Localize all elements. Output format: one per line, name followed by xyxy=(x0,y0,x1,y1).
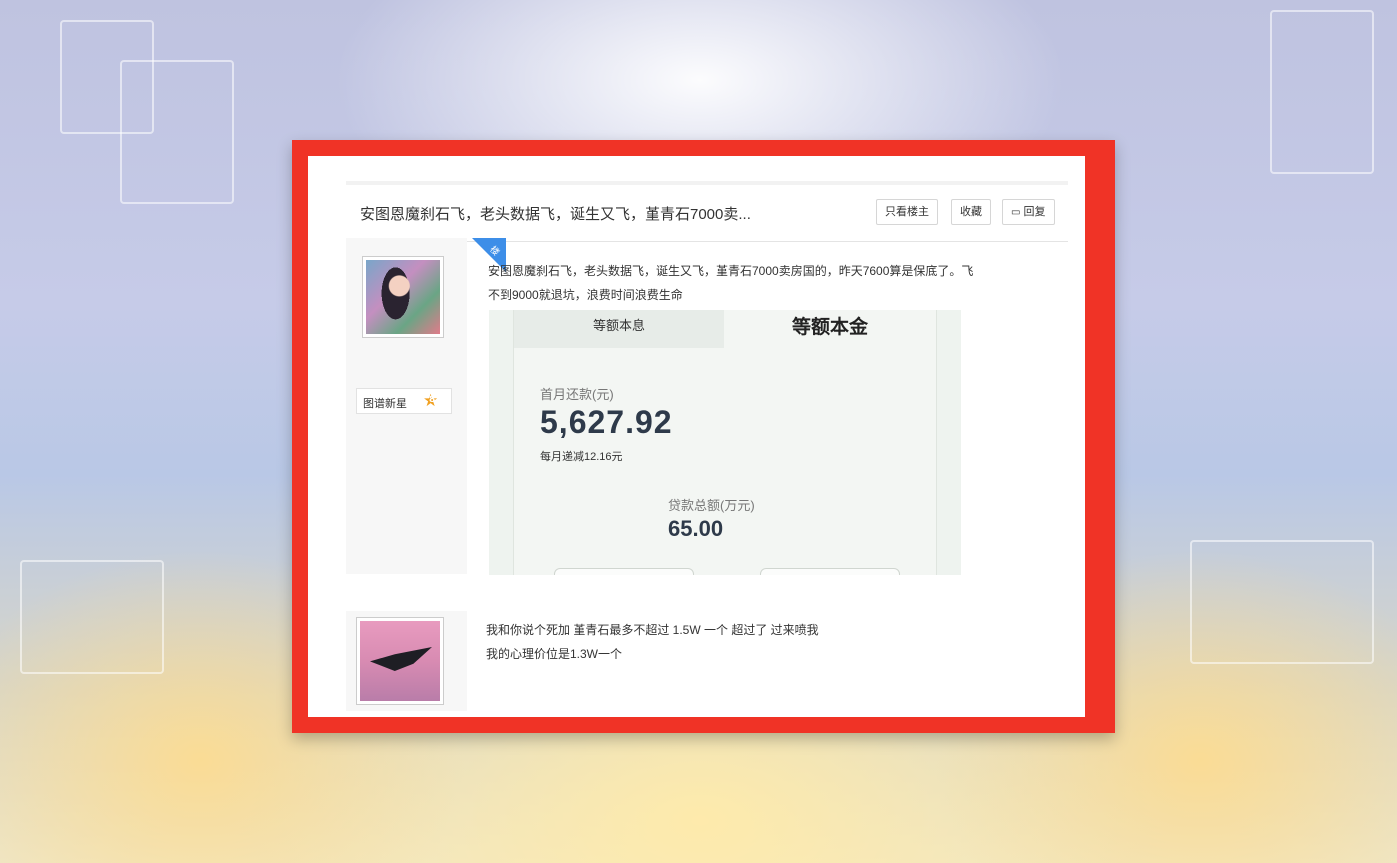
monthly-decrease-note: 每月递减12.16元 xyxy=(540,451,623,463)
favorite-button[interactable]: 收藏 xyxy=(951,199,991,225)
only-op-button[interactable]: 只看楼主 xyxy=(876,199,938,225)
op-user-sidebar: 楼主 图谱新星 ★ 8 xyxy=(346,238,506,574)
tab-equal-installment: 等额本息 xyxy=(514,310,724,348)
bird-silhouette-icon xyxy=(370,647,432,671)
reply-post-content: 我和你说个死加 堇青石最多不超过 1.5W 一个 超过了 过来喷我 我的心理价位… xyxy=(486,618,1046,666)
level-number: 8 xyxy=(429,395,436,405)
loan-total-label: 贷款总额(万元) xyxy=(668,498,755,513)
background-decoration xyxy=(1190,540,1374,664)
reply-avatar[interactable] xyxy=(356,617,444,705)
comment-icon: ▭ xyxy=(1011,207,1021,218)
loan-total-value: 65.00 xyxy=(668,516,724,541)
background-decoration xyxy=(20,560,164,674)
reply-user-sidebar xyxy=(346,611,467,711)
reply-button[interactable]: ▭ 回复 xyxy=(1002,199,1055,225)
op-avatar[interactable] xyxy=(362,256,444,338)
reply-button-label: 回复 xyxy=(1023,206,1046,218)
first-month-label: 首月还款(元) xyxy=(540,387,614,402)
tab-equal-principal: 等额本金 xyxy=(791,317,868,338)
background-decoration xyxy=(1270,10,1374,174)
reply-post-line: 我的心理价位是1.3W一个 xyxy=(486,647,623,661)
user-level-label: 图谱新星 xyxy=(363,398,407,410)
loan-card: 等额本息 等额本金 首月还款(元) 5,627.92 每月递减12.16元 贷款… xyxy=(513,310,937,575)
highlight-frame: 安图恩魔刹石飞，老头数据飞，诞生又飞，堇青石7000卖... 只看楼主 收藏 ▭… xyxy=(292,140,1115,733)
background-decoration xyxy=(120,60,234,204)
user-level-badge[interactable]: 图谱新星 ★ 8 xyxy=(356,388,452,414)
op-post-line: 不到9000就退坑，浪费时间浪费生命 xyxy=(488,288,683,302)
avatar-image xyxy=(366,260,440,334)
image-button-stub xyxy=(554,568,694,575)
loan-calculator-image[interactable]: 等额本息 等额本金 首月还款(元) 5,627.92 每月递减12.16元 贷款… xyxy=(489,310,961,575)
first-month-value: 5,627.92 xyxy=(540,404,673,440)
image-button-stub xyxy=(760,568,900,575)
thread-title: 安图恩魔刹石飞，老头数据飞，诞生又飞，堇青石7000卖... xyxy=(360,206,751,223)
thread-header: 安图恩魔刹石飞，老头数据飞，诞生又飞，堇青石7000卖... 只看楼主 收藏 ▭… xyxy=(346,181,1068,242)
reply-post-line: 我和你说个死加 堇青石最多不超过 1.5W 一个 超过了 过来喷我 xyxy=(486,623,819,637)
forum-screenshot: 安图恩魔刹石飞，老头数据飞，诞生又飞，堇青石7000卖... 只看楼主 收藏 ▭… xyxy=(308,156,1085,717)
avatar-image xyxy=(360,621,440,701)
op-post-line: 安图恩魔刹石飞，老头数据飞，诞生又飞，堇青石7000卖房国的，昨天7600算是保… xyxy=(488,264,974,278)
op-post-content: 安图恩魔刹石飞，老头数据飞，诞生又飞，堇青石7000卖房国的，昨天7600算是保… xyxy=(488,259,1058,307)
